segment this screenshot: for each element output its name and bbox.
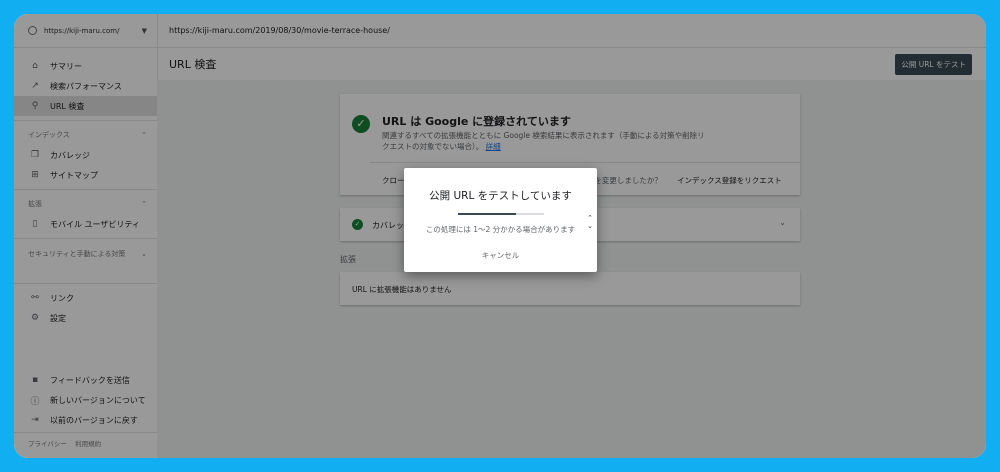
progress-bar: [458, 213, 544, 215]
dialog-title: 公開 URL をテストしています: [429, 190, 572, 202]
testing-dialog: 公開 URL をテストしています この処理には 1〜2 分かかる場合があります …: [404, 168, 597, 272]
dialog-note: この処理には 1〜2 分かかる場合があります: [425, 225, 576, 234]
app-window: https://kiji-maru.com/ ▼ ⌂ サマリー ↗ 検索パフォー…: [14, 14, 986, 458]
scroll-arrows-icon[interactable]: ⌃ ⌄: [587, 214, 593, 230]
progress-fill: [458, 213, 517, 215]
cancel-button[interactable]: キャンセル: [404, 250, 597, 261]
